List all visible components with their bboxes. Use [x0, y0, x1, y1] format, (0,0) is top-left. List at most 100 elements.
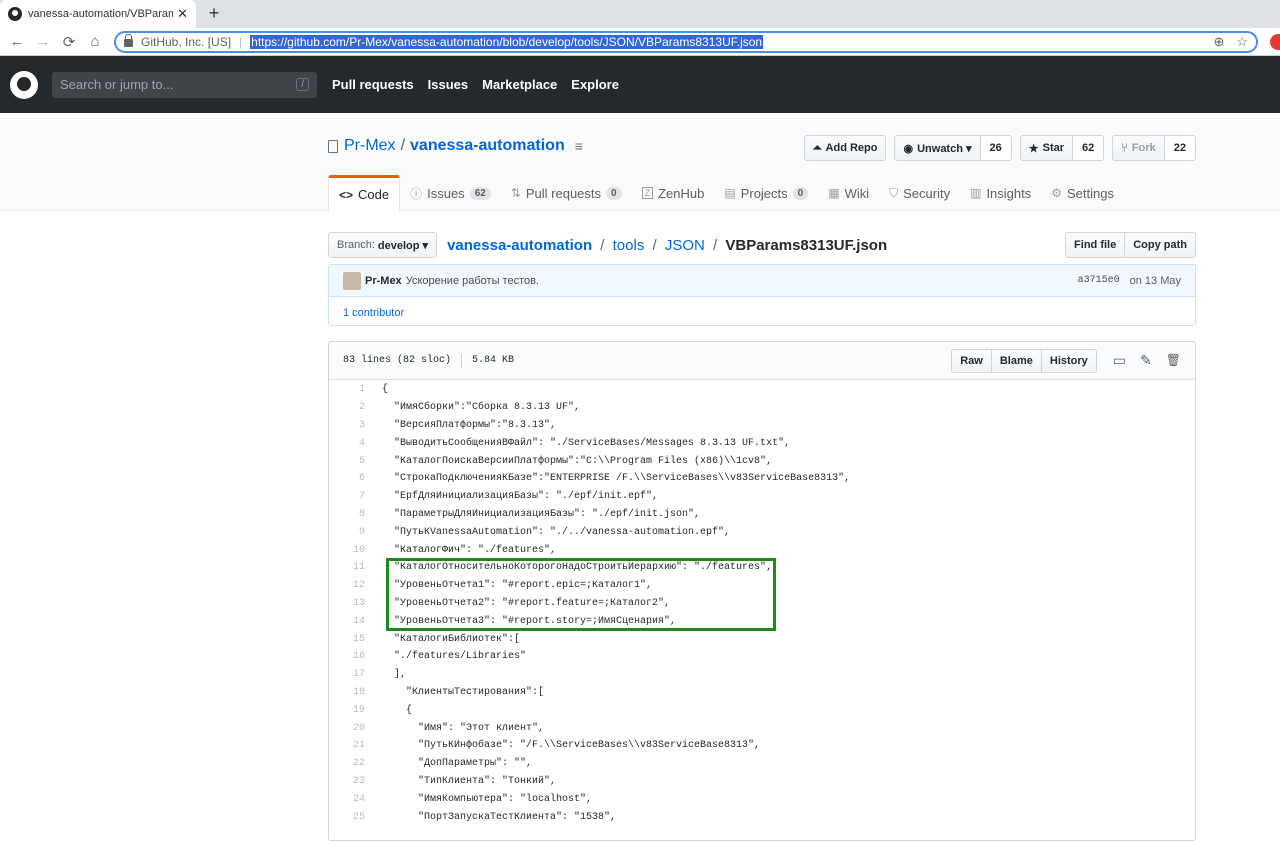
line-number[interactable]: 1: [329, 384, 365, 395]
search-input[interactable]: Search or jump to... /: [52, 71, 317, 98]
home-icon[interactable]: ⌂: [82, 33, 108, 50]
branch-select-button[interactable]: Branch: develop ▾: [328, 232, 438, 258]
tab-issues-label: Issues: [427, 185, 465, 201]
breadcrumb-json-link[interactable]: JSON: [665, 237, 705, 254]
fork-count[interactable]: 22: [1164, 135, 1196, 161]
star-label: Star: [1042, 142, 1065, 154]
breadcrumb-separator: /: [600, 236, 605, 254]
line-number[interactable]: 16: [329, 651, 365, 662]
line-number[interactable]: 10: [329, 545, 365, 556]
tab-settings[interactable]: ⚙ Settings: [1041, 175, 1124, 211]
hamburger-icon[interactable]: ≡: [575, 138, 583, 154]
reload-icon[interactable]: ⟳: [56, 33, 82, 51]
repo-actions: ⏶ Add Repo ◉ Unwatch ▾ 26 ★ Star 62 ⑂ Fo…: [803, 135, 1196, 161]
breadcrumb-separator: /: [713, 236, 718, 254]
commit-sha[interactable]: a3715e0: [1078, 275, 1120, 286]
line-number[interactable]: 11: [329, 562, 365, 573]
line-number[interactable]: 9: [329, 527, 365, 538]
branch-name: develop ▾: [377, 239, 429, 252]
line-number[interactable]: 24: [329, 794, 365, 805]
line-number[interactable]: 13: [329, 598, 365, 609]
avatar[interactable]: [343, 271, 361, 290]
breadcrumb: vanessa-automation / tools / JSON / VBPa…: [447, 237, 887, 254]
tab-code[interactable]: <> Code: [328, 175, 401, 211]
line-number[interactable]: 21: [329, 740, 365, 751]
address-bar[interactable]: GitHub, Inc. [US] | https://github.com/P…: [114, 30, 1258, 53]
line-number[interactable]: 12: [329, 580, 365, 591]
commit-message[interactable]: Ускорение работы тестов.: [406, 275, 539, 287]
line-content: "ВыводитьСообщенияВФайл": "./ServiceBase…: [382, 437, 791, 449]
tab-wiki[interactable]: ▦ Wiki: [818, 175, 879, 211]
bookmark-star-icon[interactable]: ☆: [1236, 34, 1248, 50]
breadcrumb-tools-link[interactable]: tools: [613, 237, 645, 254]
tab-projects-label: Projects: [740, 185, 788, 201]
contributors-link[interactable]: 1 contributor: [329, 297, 1195, 329]
forward-icon[interactable]: →: [30, 33, 56, 50]
nav-explore[interactable]: Explore: [571, 77, 619, 92]
line-content: "Имя": "Этот клиент",: [382, 722, 545, 734]
trash-icon[interactable]: 🗑: [1166, 353, 1181, 369]
tab-pull-requests[interactable]: ⇅ Pull requests 0: [501, 175, 632, 211]
line-number[interactable]: 17: [329, 669, 365, 680]
line-number[interactable]: 3: [329, 420, 365, 431]
unwatch-button[interactable]: ◉ Unwatch ▾: [894, 135, 981, 161]
line-number[interactable]: 20: [329, 723, 365, 734]
desktop-icon[interactable]: ▭: [1113, 353, 1126, 369]
line-number[interactable]: 2: [329, 402, 365, 413]
zenhub-tab-icon: Z: [641, 187, 654, 199]
nav-issues[interactable]: Issues: [428, 77, 468, 92]
repo-owner-link[interactable]: Pr-Mex: [344, 137, 396, 155]
add-repo-button[interactable]: ⏶ Add Repo: [803, 135, 887, 161]
repo-name-link[interactable]: vanessa-automation: [410, 137, 565, 155]
line-number[interactable]: 7: [329, 491, 365, 502]
pencil-icon[interactable]: ✎: [1140, 353, 1152, 369]
tab-code-label: Code: [358, 187, 390, 202]
new-tab-icon[interactable]: +: [204, 3, 224, 24]
line-number[interactable]: 25: [329, 812, 365, 823]
github-logo-icon[interactable]: [10, 70, 38, 99]
pull-request-icon: ⇅: [510, 186, 521, 200]
line-number[interactable]: 4: [329, 438, 365, 449]
fork-button[interactable]: ⑂ Fork: [1112, 135, 1165, 161]
line-number[interactable]: 8: [329, 509, 365, 520]
search-shortcut-key: /: [296, 78, 309, 91]
find-file-button[interactable]: Find file: [1065, 232, 1126, 258]
profile-icon[interactable]: [1270, 33, 1280, 50]
line-number[interactable]: 18: [329, 687, 365, 698]
line-number[interactable]: 19: [329, 705, 365, 716]
history-button[interactable]: History: [1041, 348, 1097, 373]
certificate-label: GitHub, Inc. [US]: [141, 34, 232, 49]
line-number[interactable]: 22: [329, 758, 365, 769]
browser-toolbar: ← → ⟳ ⌂ GitHub, Inc. [US] | https://gith…: [0, 28, 1280, 56]
tab-issues[interactable]: ⓘ Issues 62: [400, 175, 501, 211]
tab-zenhub[interactable]: Z ZenHub: [632, 175, 715, 211]
zoom-icon[interactable]: ⊕: [1213, 34, 1224, 50]
code-line: 20 "Имя": "Этот клиент",: [329, 719, 1195, 737]
back-icon[interactable]: ←: [4, 33, 30, 50]
close-tab-icon[interactable]: ✕: [177, 6, 188, 22]
breadcrumb-repo-link[interactable]: vanessa-automation: [447, 237, 592, 254]
url-text[interactable]: https://github.com/Pr-Mex/vanessa-automa…: [250, 34, 764, 49]
line-number[interactable]: 15: [329, 634, 365, 645]
line-number[interactable]: 6: [329, 473, 365, 484]
browser-tab[interactable]: vanessa-automation/VBParams8313UF.json ✕: [0, 0, 196, 28]
blame-button[interactable]: Blame: [991, 348, 1042, 373]
watch-count[interactable]: 26: [980, 135, 1012, 161]
line-number[interactable]: 14: [329, 616, 365, 627]
copy-path-button[interactable]: Copy path: [1125, 232, 1196, 258]
line-number[interactable]: 23: [329, 776, 365, 787]
tab-security[interactable]: ⛉ Security: [879, 175, 960, 211]
repo-book-icon: [328, 139, 338, 153]
nav-pull-requests[interactable]: Pull requests: [332, 77, 414, 92]
commit-author[interactable]: Pr-Mex: [365, 275, 402, 287]
code-line: 13 "УровеньОтчета2": "#report.feature=;К…: [329, 595, 1195, 613]
star-button[interactable]: ★ Star: [1019, 135, 1074, 161]
nav-marketplace[interactable]: Marketplace: [482, 77, 557, 92]
line-number[interactable]: 5: [329, 456, 365, 467]
raw-button[interactable]: Raw: [951, 348, 992, 373]
star-count[interactable]: 62: [1073, 135, 1105, 161]
tab-insights[interactable]: ▥ Insights: [960, 175, 1041, 211]
tab-projects[interactable]: ▤ Projects 0: [714, 175, 818, 211]
graph-icon: ▥: [970, 186, 982, 200]
eye-icon: ◉: [903, 142, 914, 155]
